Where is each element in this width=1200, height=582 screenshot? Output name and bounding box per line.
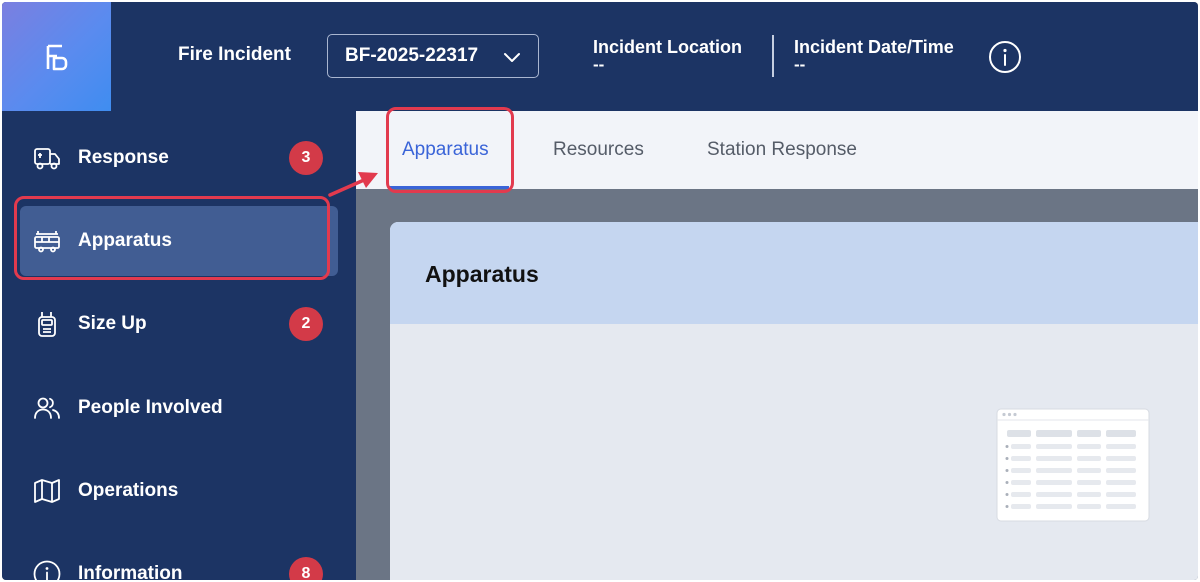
truck-icon xyxy=(34,148,60,170)
sidebar-item-apparatus[interactable]: Apparatus xyxy=(20,206,338,276)
logo-icon xyxy=(46,44,67,70)
chevron-down-icon xyxy=(504,53,520,62)
sidebar: Response 3 Apparatus Size Up 2 People In… xyxy=(2,111,356,580)
notification-badge: 3 xyxy=(289,141,323,175)
card-header: Apparatus xyxy=(390,222,1198,324)
incident-datetime: Incident Date/Time -- xyxy=(794,37,954,73)
tab-apparatus[interactable]: Apparatus xyxy=(402,139,489,161)
sidebar-item-label: People Involved xyxy=(78,397,223,418)
sidebar-item-label: Apparatus xyxy=(78,230,172,251)
info-icon xyxy=(989,41,1021,73)
incident-datetime-value: -- xyxy=(794,55,806,74)
info-button[interactable] xyxy=(988,40,1022,74)
tab-resources[interactable]: Resources xyxy=(553,139,644,161)
sidebar-item-size-up[interactable]: Size Up 2 xyxy=(2,289,356,359)
app-window: Fire Incident BF-2025-22317 Incident Loc… xyxy=(2,2,1198,580)
empty-table-illustration xyxy=(996,408,1150,522)
incident-location-label: Incident Location xyxy=(593,37,743,57)
sidebar-item-label: Operations xyxy=(78,480,179,501)
sidebar-item-label: Information xyxy=(78,563,183,580)
map-icon xyxy=(34,479,60,503)
incident-id: BF-2025-22317 xyxy=(345,45,479,66)
sidebar-item-response[interactable]: Response 3 xyxy=(2,123,356,193)
radio-icon xyxy=(38,312,56,337)
incident-datetime-label: Incident Date/Time xyxy=(794,37,954,57)
incident-location-value: -- xyxy=(593,55,605,74)
notification-badge: 2 xyxy=(289,307,323,341)
page-title: Fire Incident xyxy=(178,44,291,65)
incident-location: Incident Location -- xyxy=(593,37,742,73)
people-icon xyxy=(34,397,60,419)
incident-selector[interactable]: BF-2025-22317 xyxy=(327,34,539,78)
tab-station-response[interactable]: Station Response xyxy=(707,139,857,161)
top-header: Fire Incident BF-2025-22317 Incident Loc… xyxy=(2,2,1198,111)
sidebar-item-people-involved[interactable]: People Involved xyxy=(2,373,356,443)
main-content: Apparatus xyxy=(356,189,1198,580)
notification-badge: 8 xyxy=(289,557,323,580)
section-title: Apparatus xyxy=(425,261,539,287)
sidebar-item-label: Size Up xyxy=(78,313,147,334)
sidebar-item-information[interactable]: Information 8 xyxy=(2,539,356,580)
sidebar-item-label: Response xyxy=(78,147,169,168)
fire-engine-icon xyxy=(34,231,60,253)
apparatus-card: Apparatus xyxy=(390,222,1198,580)
tab-bar: Apparatus Resources Station Response xyxy=(356,111,1198,189)
app-logo[interactable] xyxy=(2,2,111,111)
sidebar-item-operations[interactable]: Operations xyxy=(2,456,356,526)
info-icon xyxy=(33,560,61,580)
header-divider xyxy=(772,35,774,77)
